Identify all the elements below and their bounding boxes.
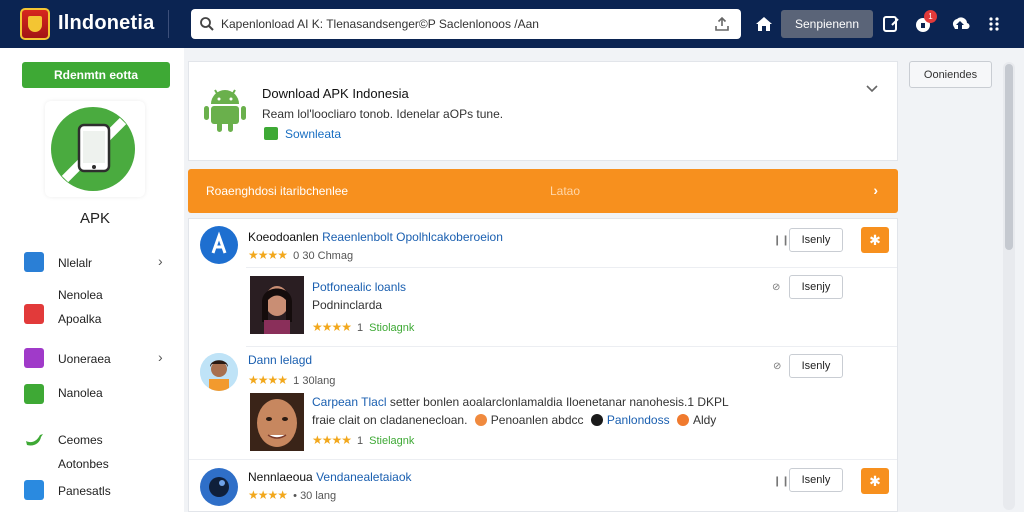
app-logo[interactable] xyxy=(45,101,145,197)
camera-icon xyxy=(24,348,44,368)
page-title: Download APK Indonesia xyxy=(262,86,409,101)
right-panel-button[interactable]: Ooniendes xyxy=(909,61,992,88)
app-list: Koeodoanlen Reaenlenbolt Opolhlcakoberoe… xyxy=(188,218,898,512)
dot-icon xyxy=(676,414,689,426)
link-icon: ⊘ xyxy=(773,361,782,372)
scrollbar[interactable] xyxy=(1003,62,1015,510)
cloud-icon xyxy=(24,252,44,272)
sub-rating: ★★★★ 1 Stiolagnk xyxy=(312,320,415,334)
sub-description: Podninclarda xyxy=(312,298,383,312)
page-subtitle: Ream lol'loocliaro tonob. Idenelar aOPs … xyxy=(262,107,504,121)
chevron-down-icon[interactable] xyxy=(865,82,879,96)
link-icon: ⊘ xyxy=(772,282,781,293)
app-avatar xyxy=(200,468,238,506)
cloud-up-icon[interactable] xyxy=(949,13,971,35)
download-link[interactable]: Sownleata xyxy=(285,127,341,141)
banner-hint: Latao xyxy=(550,184,581,198)
scrollbar-thumb[interactable] xyxy=(1005,64,1013,250)
top-bar: Ilndonetia Kapenlonload AI K: Tlenasands… xyxy=(0,0,1024,48)
list-item[interactable]: Nennlaeoua Vendanealetaiaok ★★★★ • 30 la… xyxy=(189,459,897,511)
play-icon xyxy=(24,304,44,324)
sidebar-item-3[interactable]: Uoneraea › xyxy=(24,348,163,368)
phone-logo-icon xyxy=(51,107,135,191)
sub-description: Carpean Tlacl setter bonlen aoalarclonla… xyxy=(312,395,729,409)
list-sub-item[interactable]: Carpean Tlacl setter bonlen aoalarclonla… xyxy=(246,389,897,457)
sub-title[interactable]: Potfonealic loanls xyxy=(312,280,406,294)
chevron-right-icon: › xyxy=(158,253,163,269)
get-button[interactable]: Isenly xyxy=(789,228,843,252)
sub-description-2: fraie clait on cladanenecloan. Penoanlen… xyxy=(312,413,717,427)
download-icon xyxy=(264,127,278,140)
site-logo-icon[interactable] xyxy=(20,8,50,40)
list-sub-item[interactable]: Potfonealic loanls Podninclarda ★★★★ 1 Sti… xyxy=(246,267,897,347)
app-title[interactable]: Nennlaeoua Vendanealetaiaok xyxy=(248,470,412,484)
get-button[interactable]: Isenly xyxy=(789,354,843,378)
sidebar-item-5[interactable]: Ceomes xyxy=(24,429,103,449)
download-header-card: Download APK Indonesia Ream lol'loocliar… xyxy=(188,61,898,161)
android-icon xyxy=(204,89,246,132)
sidebar-top-button[interactable]: Rdenmtn eotta xyxy=(22,62,170,88)
thumbnail-image xyxy=(250,393,304,451)
upload-icon[interactable] xyxy=(713,15,731,33)
divider xyxy=(168,10,169,38)
sign-in-button[interactable]: Senpienenn xyxy=(781,10,873,38)
search-bar[interactable]: Kapenlonload AI K: Tlenasandsenger©P Sac… xyxy=(191,9,741,39)
pause-icon: ❙❙ xyxy=(773,476,790,487)
home-icon[interactable] xyxy=(753,13,775,35)
more-icon[interactable] xyxy=(983,13,1005,35)
star-icon[interactable]: ✱ xyxy=(861,468,889,494)
app-title[interactable]: Koeodoanlen Reaenlenbolt Opolhlcakoberoe… xyxy=(248,230,503,244)
app-rating: ★★★★ 0 30 Chmag xyxy=(248,248,354,262)
app-avatar xyxy=(200,353,238,391)
sidebar: Rdenmtn eotta APK Nlelalr › Nenolea Apoa… xyxy=(0,48,184,512)
app-title[interactable]: Dann lelagd xyxy=(248,353,312,367)
bars-icon xyxy=(24,384,44,404)
banner-label: Roaenghdosi itaribchenlee xyxy=(206,184,349,198)
edit-icon[interactable] xyxy=(880,13,902,35)
site-brand[interactable]: Ilndonetia xyxy=(58,12,154,35)
sidebar-item-4[interactable]: Nanolea xyxy=(24,384,103,404)
sub-rating: ★★★★ 1 Stielagnk xyxy=(312,433,415,447)
chevron-right-icon: › xyxy=(158,349,163,365)
pause-icon: ❙❙ xyxy=(773,235,790,246)
thumbnail-image xyxy=(250,276,304,334)
dot-icon xyxy=(474,414,487,426)
sidebar-item-0[interactable]: Nlelalr › xyxy=(24,252,163,272)
sidebar-item-7[interactable]: Panesatls xyxy=(24,480,111,500)
bird-icon xyxy=(26,434,43,446)
category-banner[interactable]: Roaenghdosi itaribchenlee Latao › xyxy=(188,169,898,213)
get-button[interactable]: Isenly xyxy=(789,468,843,492)
app-rating: ★★★★ 1 30lang xyxy=(248,373,336,387)
star-icon[interactable]: ✱ xyxy=(861,227,889,253)
search-input[interactable]: Kapenlonload AI K: Tlenasandsenger©P Sac… xyxy=(221,17,539,31)
twitter-icon xyxy=(24,480,44,500)
chevron-right-icon: › xyxy=(873,182,878,198)
dot-icon xyxy=(590,414,603,426)
app-rating: ★★★★ • 30 lang xyxy=(248,488,337,502)
sidebar-item-2[interactable]: Apoalka xyxy=(24,304,101,326)
search-icon xyxy=(200,17,214,31)
app-avatar xyxy=(200,226,238,264)
get-button[interactable]: Isenjy xyxy=(789,275,843,299)
app-label: APK xyxy=(79,210,110,227)
notification-badge: 1 xyxy=(924,10,937,23)
